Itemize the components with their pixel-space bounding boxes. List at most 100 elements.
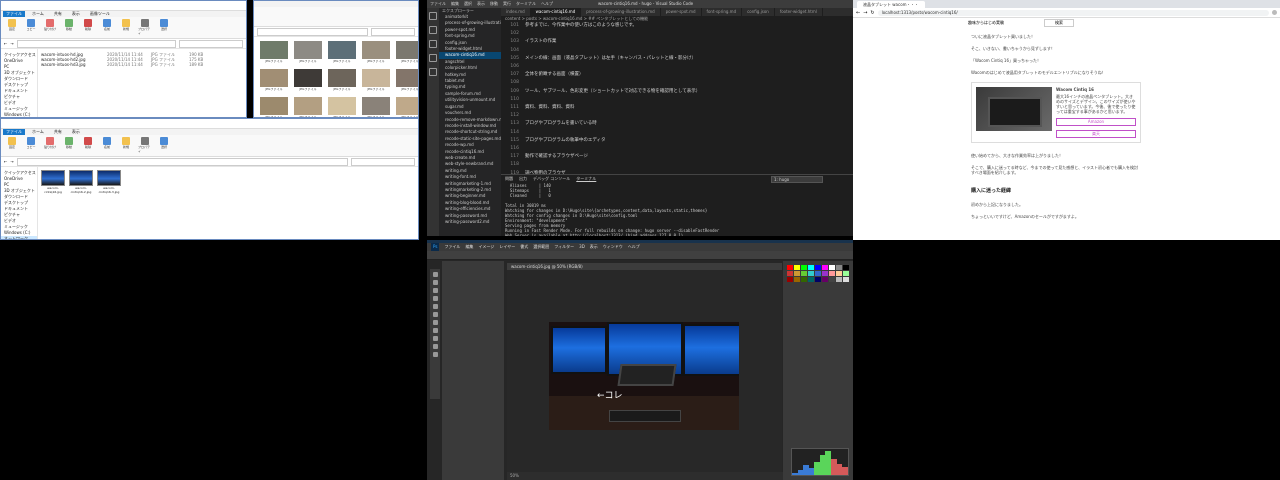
- back-icon[interactable]: ←: [4, 41, 7, 46]
- search-button[interactable]: 検索: [1044, 19, 1074, 27]
- photo-item[interactable]: JPGファイル: [328, 41, 356, 63]
- ribbon-button[interactable]: プロパティ: [138, 137, 152, 154]
- swatch[interactable]: [836, 277, 842, 282]
- hand-tool-icon[interactable]: [432, 344, 438, 349]
- debug-icon[interactable]: [429, 54, 437, 62]
- menu-item[interactable]: ヘルプ: [541, 0, 553, 8]
- lasso-tool-icon[interactable]: [432, 288, 438, 293]
- swatch[interactable]: [843, 271, 849, 276]
- menu-item[interactable]: 表示: [477, 0, 485, 8]
- panel-tab[interactable]: 出力: [519, 175, 527, 182]
- ribbon-tab[interactable]: 画像ツール: [87, 11, 113, 17]
- shape-tool-icon[interactable]: [432, 336, 438, 341]
- swatch[interactable]: [822, 271, 828, 276]
- menu-item[interactable]: 編集: [451, 0, 459, 8]
- swatch[interactable]: [794, 271, 800, 276]
- document-tab[interactable]: wacom-cintiq16.jpg @ 50% (RGB/8): [507, 263, 782, 270]
- menu-item[interactable]: フィルター: [554, 243, 574, 251]
- file-tree-item[interactable]: writing-password2.md: [439, 219, 501, 225]
- file-row[interactable]: wacom-intuos-hd3.jpg 2020/11/14 11:44 JPG …: [41, 62, 243, 67]
- menu-item[interactable]: レイヤー: [499, 243, 515, 251]
- search-input[interactable]: [351, 157, 415, 166]
- gradient-tool-icon[interactable]: [432, 320, 438, 325]
- ribbon-button[interactable]: 新規: [119, 19, 133, 36]
- back-icon[interactable]: ←: [856, 10, 860, 16]
- panel-tab[interactable]: デバッグ コンソール: [533, 175, 570, 182]
- editor-tab[interactable]: wacom-cintiq16.md: [530, 8, 582, 16]
- search-input[interactable]: [179, 39, 243, 48]
- ribbon-button[interactable]: 移動: [62, 19, 76, 36]
- eraser-tool-icon[interactable]: [432, 312, 438, 317]
- ribbon-button[interactable]: 固定: [5, 19, 19, 36]
- canvas-image[interactable]: ←コレ: [549, 322, 739, 430]
- swatch[interactable]: [815, 271, 821, 276]
- ribbon-button[interactable]: 貼り付け: [43, 19, 57, 36]
- url-bar[interactable]: localhost:1313/posts/wacom-cintiq16/: [877, 9, 1269, 16]
- swatch[interactable]: [822, 265, 828, 270]
- address-path[interactable]: [257, 27, 368, 36]
- editor-tab[interactable]: config.json: [742, 8, 775, 16]
- profile-icon[interactable]: [1272, 10, 1277, 15]
- ribbon-tab[interactable]: ファイル: [3, 11, 25, 17]
- menu-item[interactable]: 選択範囲: [533, 243, 549, 251]
- ribbon-button[interactable]: 削除: [81, 137, 95, 154]
- rakuten-button[interactable]: 楽天: [1056, 130, 1136, 138]
- menu-item[interactable]: 移動: [490, 0, 498, 8]
- menu-item[interactable]: 書式: [520, 243, 528, 251]
- terminal-select[interactable]: 1: hugo: [771, 176, 823, 183]
- file-tree-item[interactable]: recode-shortcut-string.md: [439, 129, 501, 135]
- photo-item[interactable]: JPGファイル: [396, 69, 418, 91]
- menu-item[interactable]: 編集: [465, 243, 473, 251]
- image-thumbnail[interactable]: wacom-cintiq16-3.jpg: [97, 170, 121, 194]
- panel-tab[interactable]: 問題: [505, 175, 513, 182]
- text-tool-icon[interactable]: [432, 328, 438, 333]
- address-path[interactable]: [16, 39, 176, 48]
- photo-item[interactable]: JPGファイル: [362, 41, 390, 63]
- photo-item[interactable]: JPGファイル: [260, 97, 288, 117]
- source-control-icon[interactable]: [429, 40, 437, 48]
- ribbon-button[interactable]: 削除: [81, 19, 95, 36]
- swatch[interactable]: [801, 265, 807, 270]
- swatch[interactable]: [787, 271, 793, 276]
- ribbon-tab[interactable]: ホーム: [29, 11, 47, 17]
- editor-tab[interactable]: power-spot.md: [661, 8, 702, 16]
- ribbon-tab[interactable]: ホーム: [29, 129, 47, 135]
- browser-tab[interactable]: 液晶タブレット wacom・・・: [857, 1, 925, 8]
- brush-tool-icon[interactable]: [432, 304, 438, 309]
- menu-item[interactable]: ファイル: [444, 243, 460, 251]
- photo-item[interactable]: JPGファイル: [294, 41, 322, 63]
- photo-item[interactable]: JPGファイル: [294, 97, 322, 117]
- editor-tab[interactable]: footer-widget.html: [775, 8, 823, 16]
- swatch[interactable]: [836, 265, 842, 270]
- ribbon-button[interactable]: 選択: [157, 137, 171, 154]
- ribbon-button[interactable]: 固定: [5, 137, 19, 154]
- crop-tool-icon[interactable]: [432, 296, 438, 301]
- reload-icon[interactable]: ↻: [870, 10, 874, 16]
- menu-item[interactable]: ターミナル: [516, 0, 536, 8]
- swatch[interactable]: [836, 271, 842, 276]
- zoom-tool-icon[interactable]: [432, 352, 438, 357]
- forward-icon[interactable]: →: [863, 10, 867, 16]
- swatch[interactable]: [808, 265, 814, 270]
- photo-item[interactable]: JPGファイル: [294, 69, 322, 91]
- swatch[interactable]: [815, 277, 821, 282]
- move-tool-icon[interactable]: [432, 272, 438, 277]
- menu-item[interactable]: Ps: [431, 243, 440, 251]
- search-icon[interactable]: [429, 26, 437, 34]
- ribbon-tab[interactable]: 共有: [51, 11, 65, 17]
- blog-title[interactable]: 趣味からはじめ実験: [968, 20, 1004, 26]
- swatch[interactable]: [829, 265, 835, 270]
- photo-item[interactable]: JPGファイル: [396, 41, 418, 63]
- forward-icon[interactable]: →: [10, 41, 13, 46]
- files-icon[interactable]: [429, 12, 437, 20]
- menu-item[interactable]: ヘルプ: [628, 243, 640, 251]
- ribbon-tab[interactable]: ファイル: [3, 129, 25, 135]
- swatch[interactable]: [808, 271, 814, 276]
- panel-tab[interactable]: ターミナル: [576, 175, 596, 182]
- menu-item[interactable]: 選択: [464, 0, 472, 8]
- swatch[interactable]: [787, 265, 793, 270]
- swatch[interactable]: [808, 277, 814, 282]
- marquee-tool-icon[interactable]: [432, 280, 438, 285]
- swatch[interactable]: [822, 277, 828, 282]
- terminal-output[interactable]: Aliases | 140 Sitemaps | 1 Cleaned | 0 T…: [501, 182, 853, 236]
